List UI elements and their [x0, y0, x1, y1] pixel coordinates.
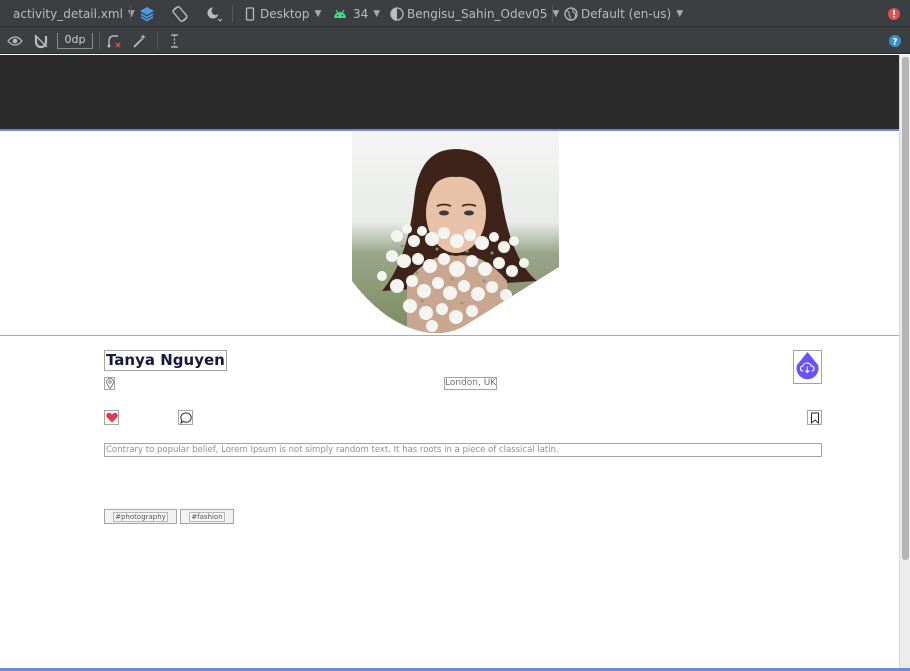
divider [130, 5, 131, 22]
profile-name: Tanya Nguyen [104, 350, 227, 371]
chevron-down-icon: ▼ [373, 8, 381, 19]
chevron-down-icon: ▼ [676, 8, 684, 19]
canvas-scrollbar[interactable] [899, 55, 910, 671]
heart-icon[interactable] [104, 410, 119, 425]
chip-label: #fashion [189, 511, 225, 522]
device-dropdown[interactable]: Desktop ▼ [245, 0, 321, 27]
chevron-down-icon: ▼ [127, 8, 135, 19]
comment-icon[interactable] [178, 410, 193, 425]
design-toolbar: activity_detail.xml ▼ Desktop ▼ 34 ▼ Ben… [0, 0, 910, 27]
guideline [0, 335, 900, 336]
rotate-device-icon[interactable] [170, 4, 190, 24]
android-icon [334, 9, 346, 18]
help-icon[interactable]: ? [885, 31, 905, 51]
divider [552, 5, 553, 22]
locale-label: Default (en-us) [581, 6, 672, 21]
device-label: Desktop [260, 6, 310, 21]
error-icon[interactable] [884, 4, 904, 24]
api-level-dropdown[interactable]: 34 ▼ [333, 0, 380, 27]
chevron-down-icon: ▼ [314, 8, 322, 19]
download-button[interactable] [793, 350, 822, 384]
api-level-label: 34 [353, 6, 369, 21]
svg-text:?: ? [892, 38, 897, 48]
night-mode-icon[interactable] [204, 4, 224, 24]
design-canvas [0, 55, 910, 129]
chip-label: #photography [113, 511, 168, 522]
location-pin-icon [104, 377, 115, 390]
theme-label: Bengisu_Sahin_Odev05 [407, 6, 548, 21]
file-dropdown[interactable]: activity_detail.xml ▼ [13, 0, 135, 27]
divider [157, 32, 158, 49]
layout-toolbar: 0dp ? [0, 27, 910, 54]
location-label: London, UK [444, 377, 497, 390]
phone-icon [245, 6, 255, 21]
chip-fashion[interactable]: #fashion [180, 509, 234, 524]
bookmark-icon[interactable] [807, 410, 822, 425]
theme-dropdown[interactable]: Bengisu_Sahin_Odev05 ▼ [390, 0, 559, 27]
profile-photo [352, 131, 559, 334]
magnet-off-icon[interactable] [31, 31, 51, 51]
globe-icon [564, 6, 578, 21]
clear-constraints-icon[interactable] [104, 31, 124, 51]
scrollbar-thumb[interactable] [902, 57, 909, 560]
magic-wand-icon[interactable] [130, 31, 150, 51]
chip-photography[interactable]: #photography [104, 509, 177, 524]
theme-icon [390, 6, 404, 21]
eye-icon[interactable] [5, 31, 25, 51]
layers-icon[interactable] [137, 4, 157, 24]
divider [99, 32, 100, 49]
guidelines-icon[interactable] [165, 31, 185, 51]
file-name-label: activity_detail.xml [13, 6, 123, 21]
profile-description: Contrary to popular belief, Lorem Ipsum … [104, 443, 822, 457]
divider [232, 5, 233, 22]
default-margin-field[interactable]: 0dp [57, 33, 93, 49]
chevron-down-icon: ▼ [552, 8, 560, 19]
locale-dropdown[interactable]: Default (en-us) ▼ [564, 0, 683, 27]
